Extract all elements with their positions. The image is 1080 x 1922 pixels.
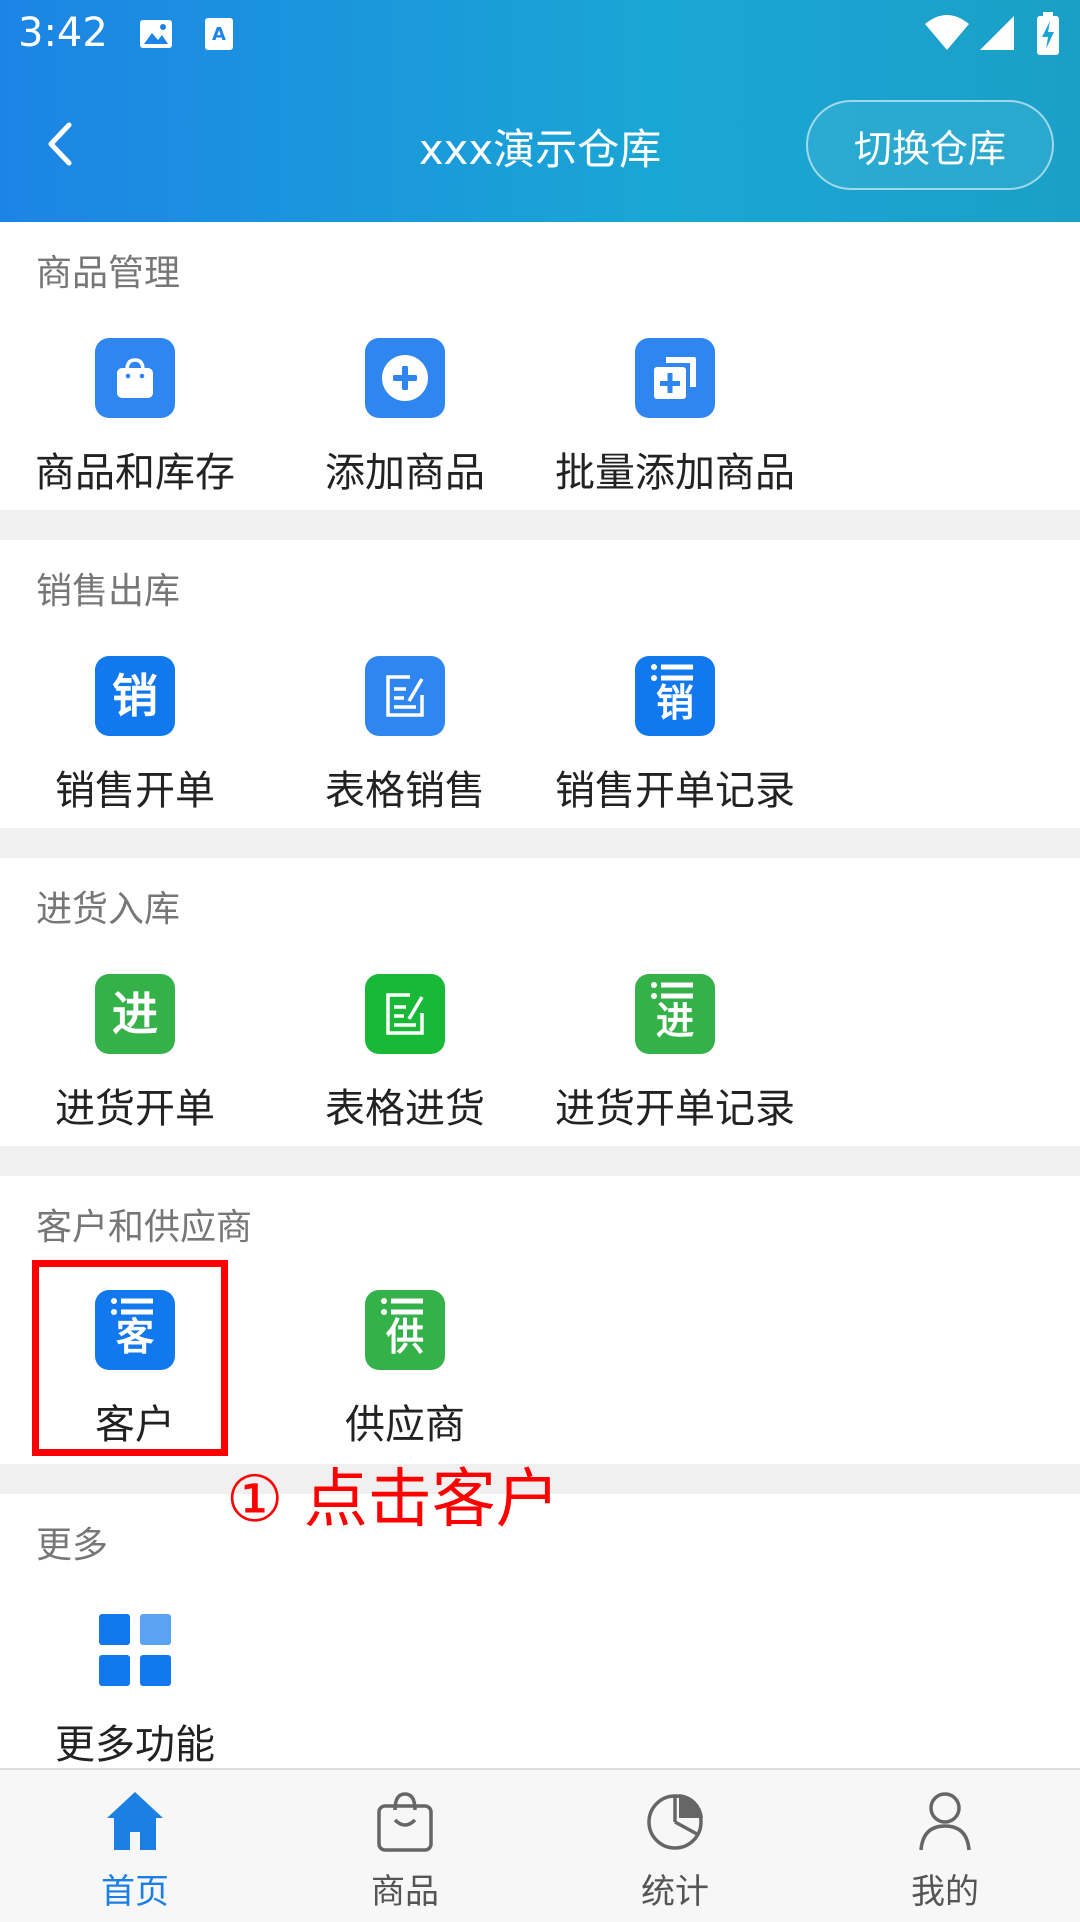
image-notification-icon [138,16,174,56]
form-edit-icon [365,656,445,736]
shopping-bag-icon [95,338,175,418]
tile-label: 进货开单记录 [555,1086,795,1132]
tile-add-goods[interactable]: 添加商品 [270,338,540,508]
nav-home[interactable]: 首页 [0,1770,270,1922]
switch-warehouse-button[interactable]: 切换仓库 [806,100,1054,190]
nav-label: 统计 [641,1872,709,1912]
font-notification-icon: A [204,16,234,56]
section-goods: 商品管理 商品和库存 添加商品 批量添加商品 [0,222,1080,510]
sales-char-icon: 销 [95,656,175,736]
tile-label: 进货开单 [55,1086,215,1132]
tile-batch-add-goods[interactable]: 批量添加商品 [540,338,810,508]
nav-stats[interactable]: 统计 [540,1770,810,1922]
annotation-text: ① 点击客户 [226,1463,560,1537]
purchase-record-icon: 进 [635,974,715,1054]
tile-label: 销售开单记录 [555,768,795,814]
batch-add-icon [635,338,715,418]
app-header: 3:42 A xxx演示仓库 切换仓库 [0,0,1080,222]
tile-label: 表格进货 [325,1086,485,1132]
tile-form-purchase[interactable]: 表格进货 [270,974,540,1144]
tile-label: 销售开单 [55,768,215,814]
tile-sales-order[interactable]: 销 销售开单 [0,656,270,826]
wifi-icon [924,14,970,56]
battery-charging-icon [1036,12,1060,60]
home-icon [107,1792,163,1850]
nav-profile[interactable]: 我的 [810,1770,1080,1922]
status-time: 3:42 [18,10,108,56]
section-title: 客户和供应商 [36,1207,253,1248]
section-title: 更多 [36,1525,109,1566]
pie-chart-icon [647,1794,703,1850]
tile-label: 批量添加商品 [555,450,795,496]
cell-signal-icon [978,14,1016,56]
nav-goods[interactable]: 商品 [270,1770,540,1922]
section-sales: 销售出库 销 销售开单 表格销售 销 销售开单记录 [0,540,1080,828]
nav-label: 我的 [911,1872,979,1912]
tile-suppliers[interactable]: 供 供应商 [270,1290,540,1460]
plus-circle-icon [365,338,445,418]
sales-record-icon: 销 [635,656,715,736]
tile-purchase-order[interactable]: 进 进货开单 [0,974,270,1144]
tile-label: 添加商品 [325,450,485,496]
grid-icon [95,1610,175,1690]
tile-form-sales[interactable]: 表格销售 [270,656,540,826]
top-bar: xxx演示仓库 切换仓库 [0,92,1080,202]
section-title: 进货入库 [36,889,181,930]
user-icon [919,1792,971,1851]
tile-more-features[interactable]: 更多功能 [0,1610,270,1780]
section-purchase: 进货入库 进 进货开单 表格进货 进 进货开单记录 [0,858,1080,1146]
nav-label: 商品 [371,1872,439,1912]
purchase-char-icon: 进 [95,974,175,1054]
tile-label: 商品和库存 [35,450,235,496]
tile-label: 表格销售 [325,768,485,814]
tile-purchase-records[interactable]: 进 进货开单记录 [540,974,810,1144]
shopping-bag-icon [377,1792,433,1852]
section-title: 商品管理 [36,253,181,294]
bottom-nav: 首页 商品 统计 我的 [0,1768,1080,1922]
supplier-list-icon: 供 [365,1290,445,1370]
highlight-box [32,1260,228,1456]
tile-sales-records[interactable]: 销 销售开单记录 [540,656,810,826]
nav-label: 首页 [101,1872,169,1912]
tile-goods-inventory[interactable]: 商品和库存 [0,338,270,508]
tile-label: 更多功能 [55,1722,215,1768]
section-title: 销售出库 [36,571,181,612]
form-edit-icon [365,974,445,1054]
svg-text:A: A [212,24,226,45]
tile-label: 供应商 [345,1402,465,1448]
status-bar: 3:42 A [0,0,1080,72]
